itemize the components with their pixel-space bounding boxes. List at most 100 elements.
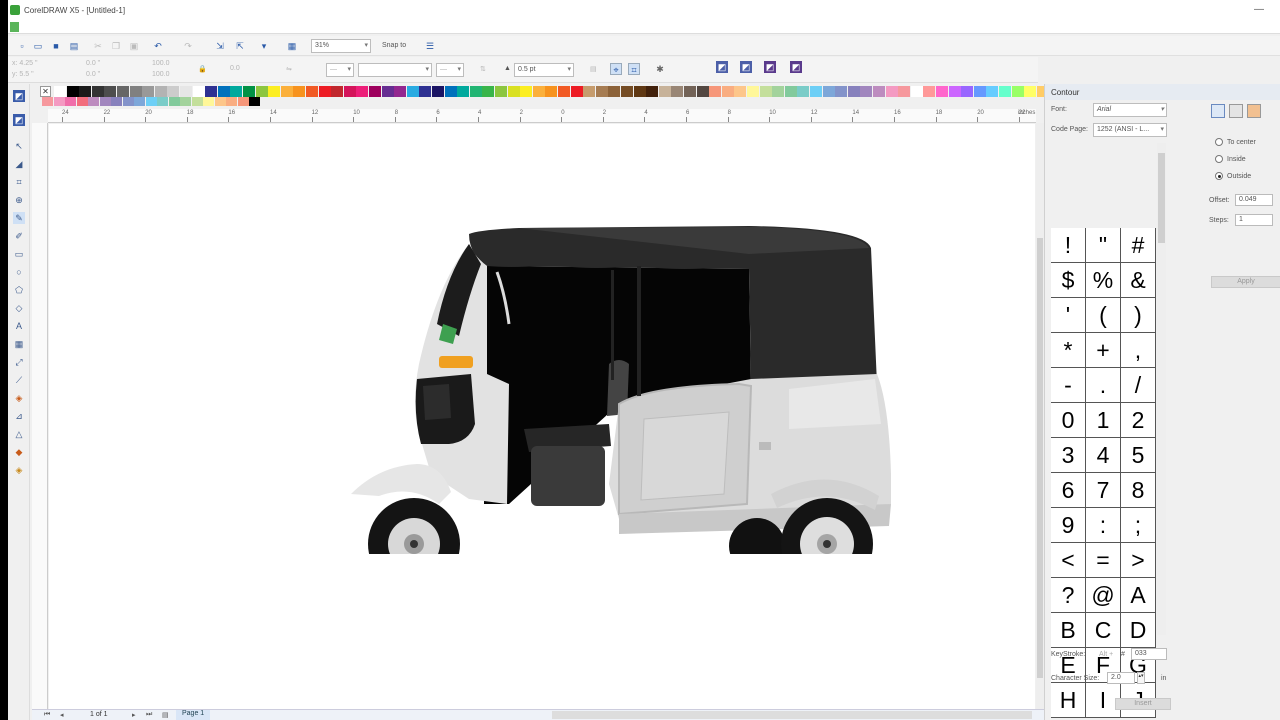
keystroke-input[interactable]: 033 [1131,648,1167,660]
color-swatch[interactable] [88,97,99,106]
zoom-tool-icon[interactable]: ⊕ [13,194,25,206]
color-swatch[interactable] [306,86,318,97]
color-swatch[interactable] [66,86,79,97]
color-swatch[interactable] [658,86,671,97]
undo-icon[interactable]: ↶ [152,40,164,52]
color-swatch[interactable] [192,86,205,97]
open-folder-icon[interactable]: ▭ [32,40,44,52]
color-swatch[interactable] [419,86,432,97]
color-swatch[interactable] [356,86,369,97]
color-swatch[interactable] [280,86,293,97]
glyph-cell[interactable]: & [1121,263,1156,298]
color-swatch[interactable] [134,97,145,106]
glyph-cell[interactable]: 9 [1051,508,1086,543]
color-swatch[interactable] [203,97,214,106]
apply-button[interactable]: Apply [1211,276,1280,288]
character-size-input[interactable]: 2.0 [1107,672,1135,684]
ellipse-tool-icon[interactable]: ○ [13,266,25,278]
table-tool-icon[interactable]: ▦ [13,338,25,350]
color-swatch[interactable] [42,97,53,106]
glyph-cell[interactable]: 1 [1086,403,1121,438]
color-swatch[interactable] [331,86,344,97]
color-swatch[interactable] [621,86,633,97]
height-field[interactable]: 0.0 " [86,71,100,78]
import-icon[interactable]: ⇲ [214,40,226,52]
last-page-icon[interactable]: ⏭ [146,711,152,719]
color-swatch[interactable] [65,97,76,106]
color-swatch[interactable] [111,97,122,106]
color-swatch[interactable] [180,86,192,97]
color-swatch[interactable] [646,86,659,97]
color-swatch[interactable] [268,86,281,97]
rectangle-tool-icon[interactable]: ▭ [13,248,25,260]
color-swatch[interactable] [117,86,129,97]
minimize-icon[interactable]: — [1254,4,1264,15]
glyph-cell[interactable]: 3 [1051,438,1086,473]
color-swatch[interactable] [154,86,167,97]
scale-y-field[interactable]: 100.0 [152,71,170,78]
glyph-cell[interactable]: > [1121,543,1156,578]
options-icon[interactable]: ☰ [424,40,436,52]
end-arrowhead-select[interactable]: — [436,63,464,77]
character-grid-scrollbar[interactable] [1157,143,1166,635]
auto-rickshaw-image[interactable] [319,174,919,554]
save-icon[interactable]: ■ [50,40,62,52]
contour-color-icon[interactable] [1247,104,1261,118]
glyph-cell[interactable]: 0 [1051,403,1086,438]
color-swatch[interactable] [214,97,226,106]
color-swatch[interactable] [205,86,218,97]
vertical-scroll-thumb[interactable] [1037,238,1043,678]
color-swatch[interactable] [847,86,860,97]
shape-tool-icon[interactable]: ◢ [13,158,25,170]
freehand-tool-icon[interactable]: ✎ [13,212,25,224]
line-style-select[interactable] [358,63,432,77]
copy-icon[interactable]: ❐ [110,40,122,52]
reverse-direction-icon[interactable]: ⇅ [480,65,486,73]
smart-fill-tool-icon[interactable]: ✐ [13,230,25,242]
glyph-cell[interactable]: 6 [1051,473,1086,508]
color-swatch[interactable] [759,86,772,97]
color-swatch[interactable] [520,86,533,97]
corel-connect-icon[interactable]: ◩ [716,61,728,73]
page-tab[interactable]: Page 1 [176,710,211,720]
color-swatch[interactable] [1024,86,1037,97]
color-swatch[interactable] [495,86,507,97]
glyph-cell[interactable]: ) [1121,298,1156,333]
contour-offset-icon[interactable] [1229,104,1243,118]
steps-input[interactable]: 1 [1235,214,1273,226]
snap-to-objects-icon[interactable]: ⌗ [628,63,640,75]
glyph-cell[interactable]: B [1051,613,1086,648]
fill-tool-icon[interactable]: ◆ [13,446,25,458]
font-select[interactable]: Arial [1093,103,1167,117]
color-swatch[interactable] [948,86,961,97]
corel-connect-tool-icon[interactable]: ◩ [13,90,25,102]
glyph-cell[interactable]: $ [1051,263,1086,298]
glyph-cell[interactable]: 2 [1121,403,1156,438]
character-grid-scroll-thumb[interactable] [1158,153,1165,243]
zoom-level-select[interactable]: 31% [311,39,371,53]
color-swatch[interactable] [145,97,157,106]
horizontal-scrollbar[interactable] [552,711,1032,719]
color-swatch[interactable] [860,86,873,97]
outline-tool-icon[interactable]: △ [13,428,25,440]
color-swatch[interactable] [873,86,885,97]
color-swatch[interactable] [747,86,759,97]
code-page-select[interactable]: 1252 (ANSI - L... [1093,123,1167,137]
previous-page-icon[interactable]: ◂ [60,711,64,719]
export-icon[interactable]: ⇱ [234,40,246,52]
color-swatch[interactable] [507,86,520,97]
mirror-icon[interactable]: ⇋ [286,65,292,73]
glyph-cell[interactable]: C [1086,613,1121,648]
character-size-spinner[interactable]: ▴▾ [1137,672,1145,684]
color-swatch[interactable] [157,97,168,106]
color-swatch[interactable] [961,86,974,97]
glyph-cell[interactable]: = [1086,543,1121,578]
color-swatch[interactable] [369,86,381,97]
color-swatch[interactable] [168,97,180,106]
color-swatch[interactable] [810,86,822,97]
color-swatch[interactable] [671,86,684,97]
color-swatch[interactable] [545,86,558,97]
glyph-cell[interactable]: . [1086,368,1121,403]
color-swatch[interactable] [293,86,306,97]
color-swatch[interactable] [237,97,249,106]
